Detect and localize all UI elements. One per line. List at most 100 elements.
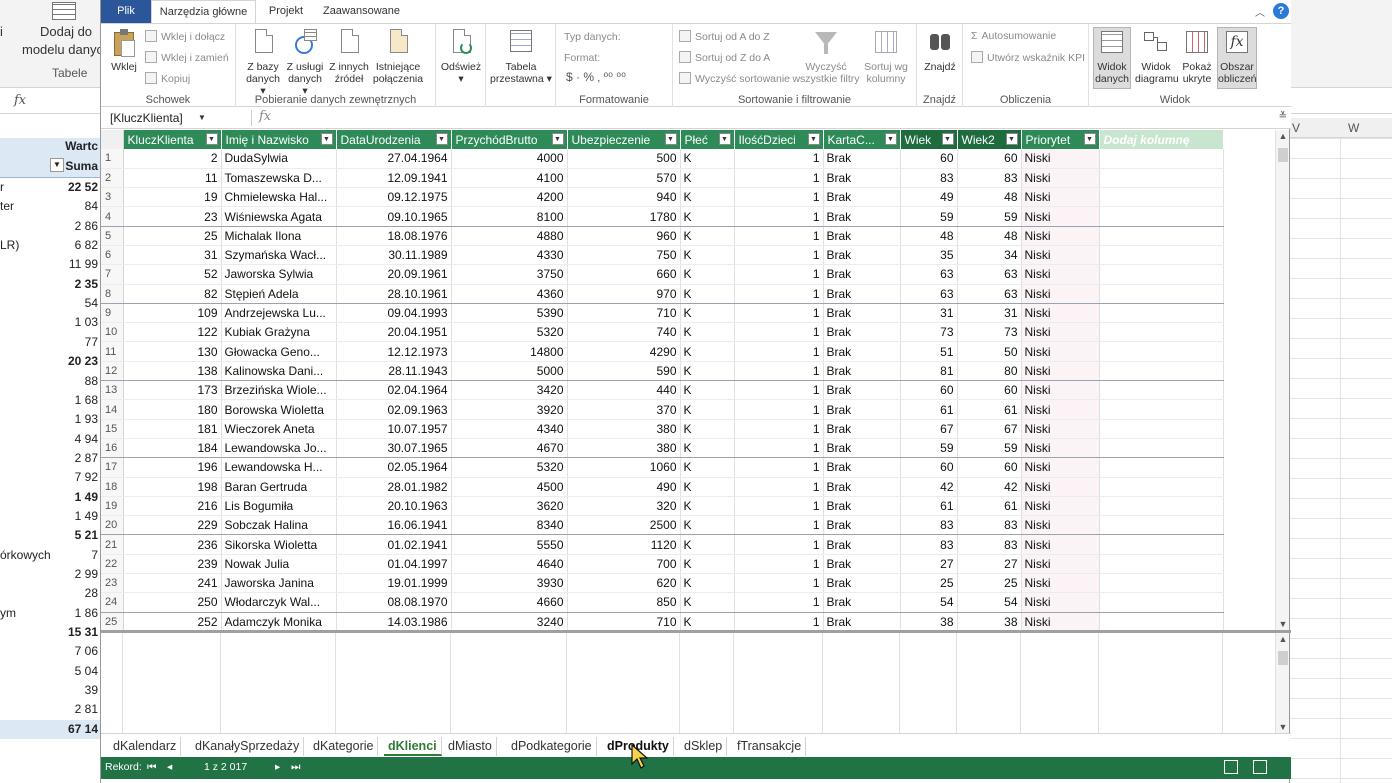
column-filter-icon[interactable]: ▼ <box>551 133 564 145</box>
table-cell[interactable]: 73 <box>957 322 1022 343</box>
table-cell[interactable]: Chmielewska Hal... <box>221 187 337 208</box>
row-number[interactable]: 24 <box>101 592 124 613</box>
add-column-cell[interactable] <box>1099 380 1224 401</box>
table-cell[interactable]: 4340 <box>451 419 568 439</box>
table-cell[interactable]: 229 <box>123 515 222 536</box>
table-cell[interactable]: K <box>680 438 735 459</box>
table-cell[interactable]: Lewandowska Jo... <box>221 438 337 459</box>
table-cell[interactable]: 18.08.1976 <box>336 226 452 246</box>
table-cell[interactable]: Brak <box>823 149 901 169</box>
table-cell[interactable]: K <box>680 341 735 362</box>
number-format-buttons[interactable]: $ · % ‚ ⁰⁰ ⁰⁰ <box>566 70 626 84</box>
table-cell[interactable]: Niski <box>1021 303 1100 324</box>
column-filter-icon[interactable]: ▼ <box>320 133 333 145</box>
table-cell[interactable]: Niski <box>1021 206 1100 227</box>
table-cell[interactable]: 370 <box>567 399 681 420</box>
table-cell[interactable]: 250 <box>123 592 222 613</box>
table-cell[interactable]: 4670 <box>451 438 568 459</box>
table-cell[interactable]: 4290 <box>567 341 681 362</box>
table-cell[interactable]: 60 <box>900 380 958 401</box>
table-cell[interactable]: 1 <box>734 361 824 382</box>
table-cell[interactable]: 63 <box>957 284 1022 304</box>
table-cell[interactable]: K <box>680 303 735 324</box>
row-number[interactable]: 1 <box>101 149 124 169</box>
add-column-cell[interactable] <box>1099 206 1224 227</box>
table-cell[interactable]: 940 <box>567 187 681 208</box>
table-cell[interactable]: Włodarczyk Wal... <box>221 592 337 613</box>
table-cell[interactable]: 1 <box>734 341 824 362</box>
row-number[interactable]: 23 <box>101 573 124 594</box>
next-record-icon[interactable]: ▸ <box>275 761 280 773</box>
table-cell[interactable]: 2500 <box>567 515 681 536</box>
table-cell[interactable]: 1 <box>734 303 824 324</box>
pivot-table-button[interactable]: Tabela przestawna ▾ <box>488 28 554 85</box>
row-number[interactable]: 20 <box>101 515 124 536</box>
table-cell[interactable]: K <box>680 612 735 630</box>
table-cell[interactable]: 28.01.1982 <box>336 477 452 497</box>
table-cell[interactable]: Borowska Wioletta <box>221 399 337 420</box>
table-cell[interactable]: 48 <box>957 226 1022 246</box>
table-cell[interactable]: 1 <box>734 399 824 420</box>
column-header[interactable]: KartaC... ▼ <box>823 130 901 149</box>
table-cell[interactable]: 61 <box>957 399 1022 420</box>
table-cell[interactable]: Baran Gertruda <box>221 477 337 497</box>
table-cell[interactable]: 60 <box>957 380 1022 401</box>
table-cell[interactable]: 11 <box>123 168 222 189</box>
table-cell[interactable]: 20.04.1951 <box>336 322 452 343</box>
name-box-dropdown-icon[interactable]: ▼ <box>198 109 206 127</box>
table-cell[interactable]: 5320 <box>451 457 568 478</box>
table-cell[interactable]: Niski <box>1021 264 1100 285</box>
table-cell[interactable]: 34 <box>957 245 1022 266</box>
add-column-cell[interactable] <box>1099 226 1224 246</box>
table-cell[interactable]: 252 <box>123 612 222 630</box>
table-cell[interactable]: 1 <box>734 168 824 189</box>
column-filter-icon[interactable]: ▼ <box>1083 133 1096 145</box>
paste-button[interactable]: Wklej <box>107 28 141 73</box>
diagram-view-status-icon[interactable] <box>1253 760 1267 774</box>
table-cell[interactable]: 960 <box>567 226 681 246</box>
table-cell[interactable]: 25 <box>123 226 222 246</box>
table-cell[interactable]: 3620 <box>451 496 568 517</box>
sheet-tab-dsklep[interactable]: dSklep <box>680 737 728 756</box>
scroll-up-icon[interactable]: ▲ <box>1276 131 1290 141</box>
table-row[interactable]: 24 250 Włodarczyk Wal... 08.08.1970 4660 850 K… <box>101 592 1224 613</box>
table-cell[interactable]: Brak <box>823 496 901 517</box>
table-cell[interactable]: Brak <box>823 573 901 594</box>
table-row[interactable]: 12 138 Kalinowska Dani... 28.11.1943 5000 590… <box>101 361 1224 382</box>
table-cell[interactable]: 239 <box>123 554 222 575</box>
table-cell[interactable]: Brzezińska Wiole... <box>221 380 337 401</box>
table-cell[interactable]: Brak <box>823 438 901 459</box>
add-column-cell[interactable] <box>1099 554 1224 575</box>
table-cell[interactable]: 73 <box>900 322 958 343</box>
row-number[interactable]: 10 <box>101 322 124 343</box>
table-cell[interactable]: Kubiak Grażyna <box>221 322 337 343</box>
table-cell[interactable]: 1 <box>734 592 824 613</box>
add-column-cell[interactable] <box>1099 341 1224 362</box>
table-cell[interactable]: 1 <box>734 322 824 343</box>
table-cell[interactable]: 50 <box>957 341 1022 362</box>
table-cell[interactable]: 27 <box>957 554 1022 575</box>
table-cell[interactable]: Brak <box>823 554 901 575</box>
row-number[interactable]: 13 <box>101 380 124 401</box>
sheet-tab-dmiasto[interactable]: dMiasto <box>444 737 497 756</box>
table-cell[interactable]: Niski <box>1021 245 1100 266</box>
pivot-filter-icon[interactable]: ▼ <box>50 158 64 172</box>
table-cell[interactable]: 08.08.1970 <box>336 592 452 613</box>
table-cell[interactable]: 54 <box>900 592 958 613</box>
table-cell[interactable]: 1 <box>734 534 824 555</box>
table-cell[interactable]: 4200 <box>451 187 568 208</box>
sort-az-button[interactable]: Sortuj od A do Z <box>679 30 770 43</box>
table-cell[interactable]: 63 <box>900 284 958 304</box>
table-row[interactable]: 23 241 Jaworska Janina 19.01.1999 3930 620 K 1 B… <box>101 573 1224 594</box>
table-cell[interactable]: 109 <box>123 303 222 324</box>
sheet-tab-dkanałysprzedaży[interactable]: dKanałySprzedaży <box>191 737 305 756</box>
table-cell[interactable]: 1 <box>734 284 824 304</box>
sort-by-column-button[interactable]: Sortuj wg kolumny <box>861 28 911 85</box>
column-filter-icon[interactable]: ▼ <box>718 133 731 145</box>
table-cell[interactable]: 1 <box>734 477 824 497</box>
table-row[interactable]: 18 198 Baran Gertruda 28.01.1982 4500 490 K 1 Br… <box>101 477 1224 497</box>
table-cell[interactable]: Brak <box>823 187 901 208</box>
table-cell[interactable]: Brak <box>823 534 901 555</box>
table-cell[interactable]: 14800 <box>451 341 568 362</box>
table-cell[interactable]: Brak <box>823 264 901 285</box>
